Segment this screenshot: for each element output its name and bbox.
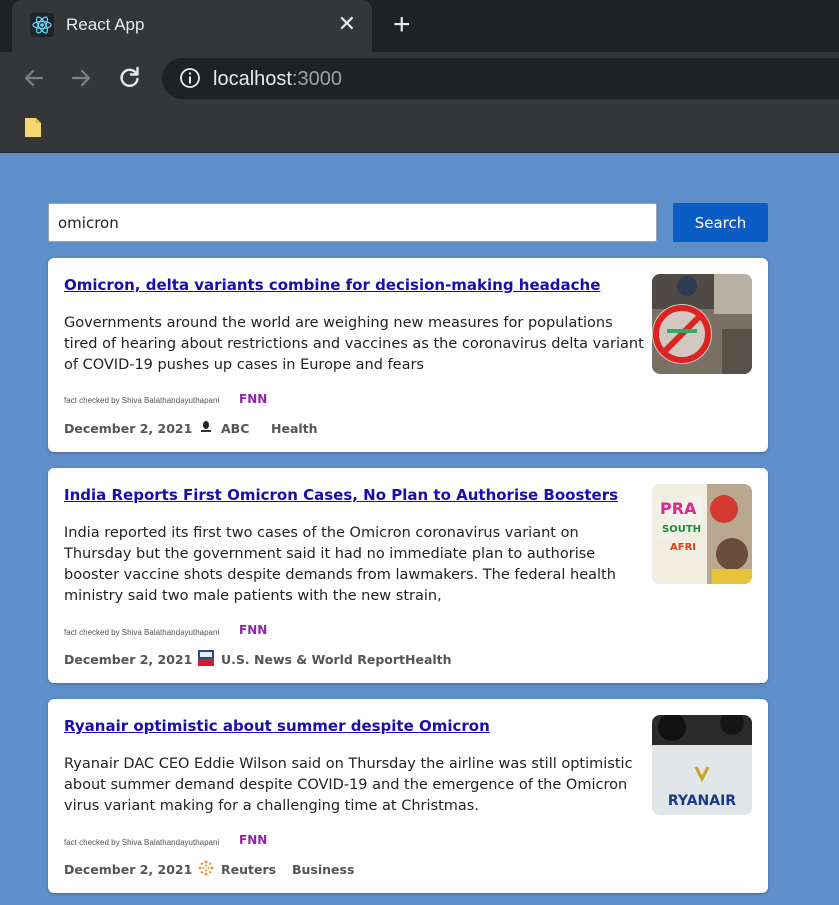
browser-tab[interactable]: React App ✕ [12,0,372,52]
usnews-logo-icon [198,650,214,666]
bookmarks-bar [0,104,839,153]
fnn-link[interactable]: FNN [239,392,267,406]
article-thumbnail[interactable] [652,274,752,374]
article-category: Health [405,652,452,667]
svg-text:AFRI: AFRI [670,542,696,553]
svg-text:PRA: PRA [660,499,697,518]
article-source: Reuters [221,862,277,877]
news-card: Omicron, delta variants combine for deci… [48,258,768,452]
bookmark-file-icon[interactable] [24,116,42,138]
abc-logo-icon [198,419,214,435]
url-text: localhost:3000 [213,68,342,91]
article-category: Health [271,421,318,436]
fact-checked-label: fact checked by Shiva Balathandayuthapan… [64,628,220,637]
article-source: U.S. News & World Report [221,652,405,667]
search-input[interactable] [48,203,657,242]
article-date: December 2, 2021 [64,862,193,877]
close-tab-icon[interactable]: ✕ [338,12,356,36]
news-card: India Reports First Omicron Cases, No Pl… [48,468,768,683]
article-category: Business [292,862,355,877]
article-title-link[interactable]: Ryanair optimistic about summer despite … [64,717,490,735]
article-date: December 2, 2021 [64,652,193,667]
svg-text:SOUTH: SOUTH [662,524,701,535]
article-thumbnail[interactable]: RYANAIR [652,715,752,815]
react-logo-icon [30,13,54,37]
article-title-link[interactable]: Omicron, delta variants combine for deci… [64,276,600,294]
url-port: :3000 [291,68,342,90]
fact-checked-label: fact checked by Shiva Balathandayuthapan… [64,838,220,847]
info-icon[interactable] [179,67,201,89]
back-arrow-icon[interactable] [20,64,48,92]
ryanair-logo-text: RYANAIR [668,793,736,809]
fact-checked-label: fact checked by Shiva Balathandayuthapan… [64,396,220,405]
fnn-link[interactable]: FNN [239,833,267,847]
forward-arrow-icon[interactable] [67,64,95,92]
article-title-link[interactable]: India Reports First Omicron Cases, No Pl… [64,486,618,504]
news-card: Ryanair optimistic about summer despite … [48,699,768,893]
browser-toolbar: localhost:3000 [0,52,839,104]
article-source: ABC [221,421,250,436]
article-description: Ryanair DAC CEO Eddie Wilson said on Thu… [64,756,633,814]
reload-icon[interactable] [115,64,143,92]
article-thumbnail[interactable]: PRA SOUTH AFRI [652,484,752,584]
fnn-link[interactable]: FNN [239,623,267,637]
new-tab-button[interactable]: + [393,10,411,40]
reuters-logo-icon [198,860,214,876]
search-button[interactable]: Search [673,203,768,242]
address-bar[interactable]: localhost:3000 [162,58,839,99]
article-description: India reported its first two cases of th… [64,525,616,604]
article-description: Governments around the world are weighin… [64,315,644,373]
tab-strip: React App ✕ + [0,0,839,52]
article-date: December 2, 2021 [64,421,193,436]
url-host: localhost [213,68,292,90]
tab-title: React App [66,15,145,34]
